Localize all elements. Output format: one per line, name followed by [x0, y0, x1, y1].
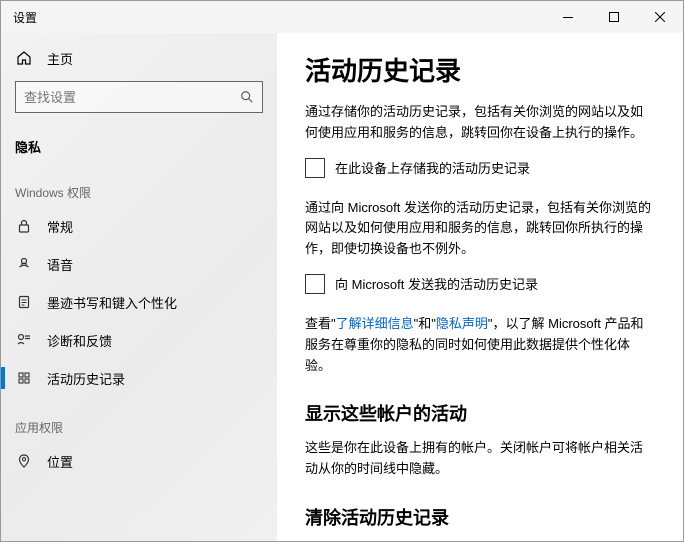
main-content: 活动历史记录 通过存储你的活动历史记录，包括有关你浏览的网站以及如何使用应用和服…	[277, 33, 683, 541]
search-icon	[240, 90, 254, 104]
search-input[interactable]	[24, 90, 240, 105]
checkbox-row-send[interactable]: 向 Microsoft 发送我的活动历史记录	[305, 274, 655, 294]
sidebar-item-activity-history[interactable]: 活动历史记录	[1, 359, 277, 397]
text-frag: 查看"	[305, 316, 336, 331]
minimize-icon	[563, 17, 573, 18]
sidebar-item-location[interactable]: 位置	[1, 442, 277, 480]
title-bar: 设置	[1, 1, 683, 33]
sidebar-home[interactable]: 主页	[1, 39, 277, 77]
link-learn-more[interactable]: 了解详细信息	[336, 316, 414, 331]
sidebar-category: 隐私	[1, 123, 277, 162]
speech-icon	[15, 255, 33, 273]
history-icon	[15, 369, 33, 387]
sidebar-item-speech[interactable]: 语音	[1, 245, 277, 283]
checkbox-send-label: 向 Microsoft 发送我的活动历史记录	[335, 274, 538, 293]
sidebar-item-label: 常规	[47, 217, 73, 236]
sidebar-item-label: 位置	[47, 452, 73, 471]
sidebar-item-label: 诊断和反馈	[47, 331, 112, 350]
close-button[interactable]	[637, 1, 683, 33]
text-frag: "和"	[414, 316, 436, 331]
description-1: 通过存储你的活动历史记录，包括有关你浏览的网站以及如何使用应用和服务的信息，跳转…	[305, 102, 655, 144]
description-4: 这些是你在此设备上拥有的帐户。关闭帐户可将帐户相关活动从你的时间线中隐藏。	[305, 438, 655, 480]
checkbox-send[interactable]	[305, 274, 325, 294]
section-clear-history: 清除活动历史记录	[305, 504, 655, 530]
sidebar-item-diagnostics[interactable]: 诊断和反馈	[1, 321, 277, 359]
minimize-button[interactable]	[545, 1, 591, 33]
sidebar-group-windows: Windows 权限	[1, 162, 277, 207]
section-show-accounts: 显示这些帐户的活动	[305, 400, 655, 426]
sidebar-home-label: 主页	[47, 49, 73, 68]
close-icon	[655, 12, 665, 22]
window-controls	[545, 1, 683, 33]
search-box[interactable]	[15, 81, 263, 113]
maximize-button[interactable]	[591, 1, 637, 33]
checkbox-store[interactable]	[305, 158, 325, 178]
sidebar-item-label: 语音	[47, 255, 73, 274]
sidebar-item-general[interactable]: 常规	[1, 207, 277, 245]
sidebar-item-label: 活动历史记录	[47, 369, 125, 388]
description-2: 通过向 Microsoft 发送你的活动历史记录，包括有关你浏览的网站以及如何使…	[305, 198, 655, 260]
link-privacy[interactable]: 隐私声明	[436, 316, 488, 331]
clipboard-icon	[15, 293, 33, 311]
feedback-icon	[15, 331, 33, 349]
window-title: 设置	[13, 9, 37, 26]
home-icon	[15, 49, 33, 67]
location-icon	[15, 452, 33, 470]
page-title: 活动历史记录	[305, 51, 655, 88]
sidebar: 主页 隐私 Windows 权限 常规 语音	[1, 33, 277, 541]
description-3: 查看"了解详细信息"和"隐私声明"，以了解 Microsoft 产品和服务在尊重…	[305, 314, 655, 376]
sidebar-item-inking[interactable]: 墨迹书写和键入个性化	[1, 283, 277, 321]
lock-icon	[15, 217, 33, 235]
maximize-icon	[609, 12, 619, 22]
search-wrap	[1, 77, 277, 123]
sidebar-item-label: 墨迹书写和键入个性化	[47, 293, 177, 312]
checkbox-store-label: 在此设备上存储我的活动历史记录	[335, 158, 530, 177]
sidebar-group-apps: 应用权限	[1, 397, 277, 442]
checkbox-row-store[interactable]: 在此设备上存储我的活动历史记录	[305, 158, 655, 178]
